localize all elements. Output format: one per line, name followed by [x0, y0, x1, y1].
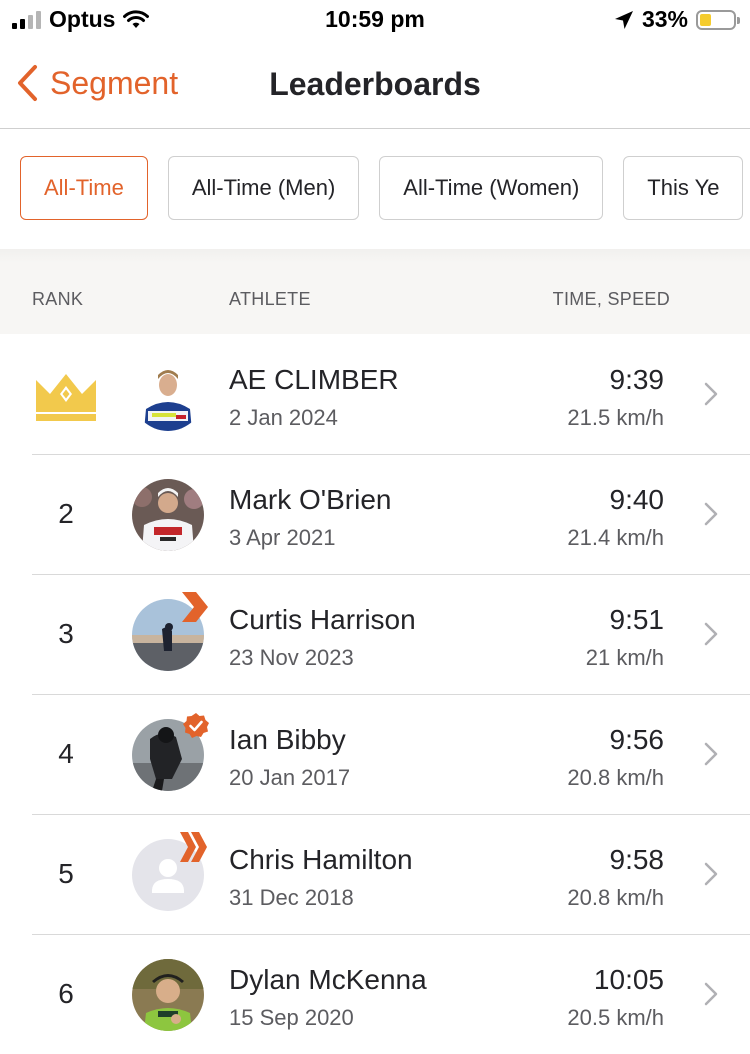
crown-icon — [36, 374, 96, 421]
filter-chip-all-time[interactable]: All-Time — [20, 156, 148, 220]
double-chevron-icon — [180, 832, 207, 862]
column-header-time-speed: TIME, SPEED — [552, 289, 670, 309]
effort-time: 9:56 — [609, 724, 665, 755]
effort-time: 10:05 — [593, 964, 664, 995]
rank-number: 2 — [58, 498, 74, 529]
effort-speed: 20.8 km/h — [567, 765, 664, 790]
rank-number: 6 — [58, 978, 74, 1009]
filter-chip-all-time-women[interactable]: All-Time (Women) — [379, 156, 604, 220]
location-arrow-icon — [614, 10, 633, 29]
filter-bar: All-Time All-Time (Men) All-Time (Women)… — [0, 129, 750, 249]
column-header-athlete: ATHLETE — [229, 289, 311, 309]
subscriber-chevron-icon — [182, 592, 208, 622]
leaderboard-row[interactable]: 5 Chris Hamilton 31 Dec 2018 9:58 20.8 k… — [0, 814, 750, 934]
effort-speed: 21.5 km/h — [567, 405, 664, 430]
chevron-right-icon — [704, 982, 718, 1006]
row-divider — [32, 814, 750, 815]
chevron-right-icon — [704, 502, 718, 526]
status-right: 33% — [614, 6, 740, 33]
leaderboard-header: RANK ATHLETE TIME, SPEED — [0, 263, 750, 334]
effort-date: 20 Jan 2017 — [229, 765, 351, 790]
leaderboard-row[interactable]: AE CLIMBER 2 Jan 2024 9:39 21.5 km/h — [0, 334, 750, 454]
athlete-name: Chris Hamilton — [229, 844, 413, 875]
effort-time: 9:51 — [609, 604, 665, 635]
effort-speed: 21 km/h — [585, 645, 664, 670]
effort-speed: 20.8 km/h — [567, 885, 664, 910]
athlete-name: Ian Bibby — [229, 724, 346, 755]
effort-date: 3 Apr 2021 — [229, 525, 336, 550]
verified-icon — [183, 713, 209, 738]
athlete-avatar — [132, 959, 204, 1031]
athlete-avatar — [132, 479, 204, 551]
row-divider — [32, 694, 750, 695]
athlete-avatar — [132, 359, 204, 431]
leaderboard-row[interactable]: 2 Mark O'Brien 3 Apr 2021 9:40 21.4 km/h — [0, 454, 750, 574]
filter-chip-this-year[interactable]: This Ye — [623, 156, 744, 220]
row-divider — [32, 574, 750, 575]
status-bar: Optus 10:59 pm 33% — [0, 0, 750, 42]
section-divider — [0, 249, 750, 263]
navigation-bar: Segment Leaderboards — [0, 42, 750, 129]
chevron-right-icon — [704, 862, 718, 886]
effort-date: 23 Nov 2023 — [229, 645, 354, 670]
effort-date: 2 Jan 2024 — [229, 405, 338, 430]
filter-chip-all-time-men[interactable]: All-Time (Men) — [167, 156, 360, 220]
effort-time: 9:58 — [609, 844, 665, 875]
battery-icon — [696, 9, 740, 30]
row-divider — [32, 454, 750, 455]
athlete-name: AE CLIMBER — [229, 364, 399, 395]
effort-speed: 21.4 km/h — [567, 525, 664, 550]
athlete-name: Dylan McKenna — [229, 964, 427, 995]
leaderboard-row[interactable]: 6 Dylan McKenna 15 Sep 2020 10:05 20.5 k… — [0, 934, 750, 1054]
athlete-name: Mark O'Brien — [229, 484, 392, 515]
effort-speed: 20.5 km/h — [567, 1005, 664, 1030]
chevron-right-icon — [704, 742, 718, 766]
rank-number: 3 — [58, 618, 74, 649]
rank-number: 4 — [58, 738, 74, 769]
chevron-right-icon — [704, 622, 718, 646]
athlete-name: Curtis Harrison — [229, 604, 416, 635]
filter-chip-row: All-Time All-Time (Men) All-Time (Women)… — [20, 156, 744, 220]
effort-date: 15 Sep 2020 — [229, 1005, 354, 1030]
effort-time: 9:39 — [609, 364, 665, 395]
row-divider — [32, 934, 750, 935]
leaderboard-row[interactable]: 4 Ian Bibby 20 Jan 2017 9:56 20.8 km/h — [0, 694, 750, 814]
leaderboard-row[interactable]: 3 Curtis Harrison 23 Nov 2023 9:51 21 km… — [0, 574, 750, 694]
chevron-right-icon — [704, 382, 718, 406]
page-title: Leaderboards — [269, 66, 481, 102]
rank-number: 5 — [58, 858, 74, 889]
battery-level-fill — [700, 13, 711, 26]
battery-percent: 33% — [641, 6, 688, 32]
column-header-rank: RANK — [32, 289, 84, 309]
effort-date: 31 Dec 2018 — [229, 885, 354, 910]
effort-time: 9:40 — [609, 484, 665, 515]
